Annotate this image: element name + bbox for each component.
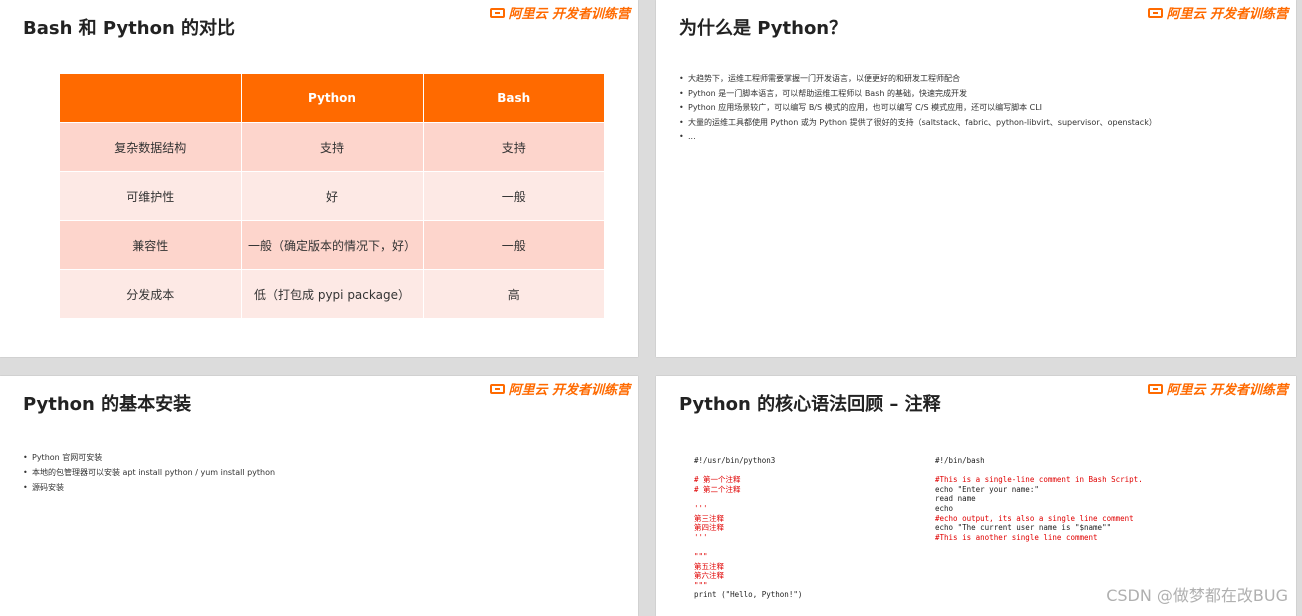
- table-cell: 可维护性: [60, 171, 242, 221]
- table-cell: 一般: [423, 171, 604, 221]
- bullet-item: 本地的包管理器可以安装 apt install python / yum ins…: [23, 465, 275, 480]
- table-cell: 兼容性: [60, 220, 242, 270]
- table-header-cell: Bash: [423, 74, 604, 123]
- code-comment-line: # 第一个注释: [694, 475, 741, 485]
- slide-why-python: 为什么是 Python？ 阿里云 开发者训练营 大趋势下，运维工程师需要掌握一门…: [656, 0, 1296, 357]
- code-comment-line: """: [694, 580, 708, 590]
- code-line: #!/bin/bash: [935, 456, 985, 465]
- table-cell: 高: [423, 269, 604, 318]
- aliyun-logo: 阿里云 开发者训练营: [1148, 3, 1288, 22]
- code-comment-line: # 第二个注释: [694, 484, 741, 494]
- table-row: 可维护性好一般: [60, 171, 604, 221]
- slide-title: Bash 和 Python 的对比: [23, 18, 236, 39]
- bullet-list: Python 官网可安装本地的包管理器可以安装 apt install pyth…: [23, 450, 275, 495]
- bullet-item: 大量的运维工具都使用 Python 或为 Python 提供了很好的支持（sal…: [679, 116, 1157, 131]
- bullet-item: Python 应用场景较广，可以编写 B/S 模式的应用，也可以编写 C/S 模…: [679, 101, 1157, 116]
- code-comment-line: 第五注释: [694, 561, 724, 571]
- code-comment-line: 第三注释: [694, 513, 724, 523]
- aliyun-logo-icon: [1148, 383, 1164, 394]
- code-comment-line: ''': [694, 503, 708, 513]
- code-comment-line: #This is a single-line comment in Bash S…: [935, 475, 1143, 485]
- table-row: 分发成本 低（打包成 pypi package）高: [60, 269, 604, 318]
- bullet-item: Python 官网可安装: [23, 450, 275, 465]
- bash-code-block: #!/bin/bash #This is a single-line comme…: [935, 456, 1143, 542]
- slide-title: Python 的基本安装: [23, 394, 192, 415]
- bullet-item: Python 是一门脚本语言，可以帮助运维工程师以 Bash 的基础，快速完成开…: [679, 87, 1157, 102]
- logo-text: 阿里云 开发者训练营: [508, 383, 630, 398]
- logo-text: 阿里云 开发者训练营: [508, 7, 630, 22]
- code-comment-line: 第六注释: [694, 571, 724, 581]
- code-comment-line: """: [694, 551, 708, 561]
- table-cell: 复杂数据结构: [60, 122, 242, 172]
- table-cell: 一般（确定版本的情况下，好）: [241, 220, 424, 270]
- logo-text: 阿里云 开发者训练营: [1166, 383, 1288, 398]
- bullet-item: 源码安装: [23, 480, 275, 495]
- comparison-table: Python Bash 复杂数据结构 支持 支持 可维护性好一般 兼容性 一般（确定版本的情…: [60, 74, 604, 318]
- table-row: 复杂数据结构 支持 支持: [60, 122, 604, 172]
- slide-python-install: Python 的基本安装 阿里云 开发者训练营 Python 官网可安装本地的包…: [0, 376, 638, 616]
- aliyun-logo: 阿里云 开发者训练营: [490, 379, 630, 398]
- table-cell: 支持: [423, 122, 604, 172]
- aliyun-logo-icon: [1148, 7, 1164, 18]
- python-code-block: #!/usr/bin/python3 # 第一个注释 # 第二个注释 ''' 第…: [694, 456, 802, 600]
- code-comment-line: 第四注释: [694, 523, 724, 533]
- aliyun-logo: 阿里云 开发者训练营: [1148, 379, 1288, 398]
- bullet-item: ...: [679, 130, 1157, 145]
- aliyun-logo-icon: [490, 7, 506, 18]
- table-cell: 分发成本: [60, 269, 242, 318]
- code-line: print ("Hello, Python!"): [694, 590, 803, 600]
- bullet-list: 大趋势下，运维工程师需要掌握一门开发语言，以便更好的和研发工程师配合Python…: [679, 72, 1157, 145]
- slide-python-comments: Python 的核心语法回顾 – 注释 阿里云 开发者训练营 #!/usr/bi…: [656, 376, 1296, 616]
- slide-title: 为什么是 Python？: [679, 18, 848, 39]
- table-cell: 好: [241, 171, 424, 221]
- aliyun-logo: 阿里云 开发者训练营: [490, 3, 630, 22]
- code-comment-line: ''': [694, 532, 708, 542]
- aliyun-logo-icon: [490, 383, 506, 394]
- table-header-cell: Python: [241, 74, 424, 123]
- table-cell: 低（打包成 pypi package）: [241, 269, 424, 318]
- table-cell: 支持: [241, 122, 424, 172]
- code-comment-line: #This is another single line comment: [935, 532, 1098, 542]
- code-line: echo "Enter your name:": [935, 484, 1039, 494]
- table-row: 兼容性 一般（确定版本的情况下，好） 一般: [60, 220, 604, 270]
- slide-bash-vs-python: Bash 和 Python 的对比 阿里云 开发者训练营 Python Bash …: [0, 0, 638, 357]
- code-line: echo: [935, 503, 954, 513]
- code-comment-line: #echo output, its also a single line com…: [935, 513, 1134, 523]
- bullet-item: 大趋势下，运维工程师需要掌握一门开发语言，以便更好的和研发工程师配合: [679, 72, 1157, 87]
- logo-text: 阿里云 开发者训练营: [1166, 7, 1288, 22]
- code-line: read name: [935, 494, 976, 504]
- code-line: echo "The current user name is "$name"": [935, 523, 1112, 533]
- slide-title: Python 的核心语法回顾 – 注释: [679, 394, 941, 415]
- table-cell: 一般: [423, 220, 604, 270]
- csdn-watermark: CSDN @做梦都在改BUG: [1106, 586, 1288, 605]
- table-header-cell: [60, 74, 242, 123]
- code-line: #!/usr/bin/python3: [694, 456, 776, 465]
